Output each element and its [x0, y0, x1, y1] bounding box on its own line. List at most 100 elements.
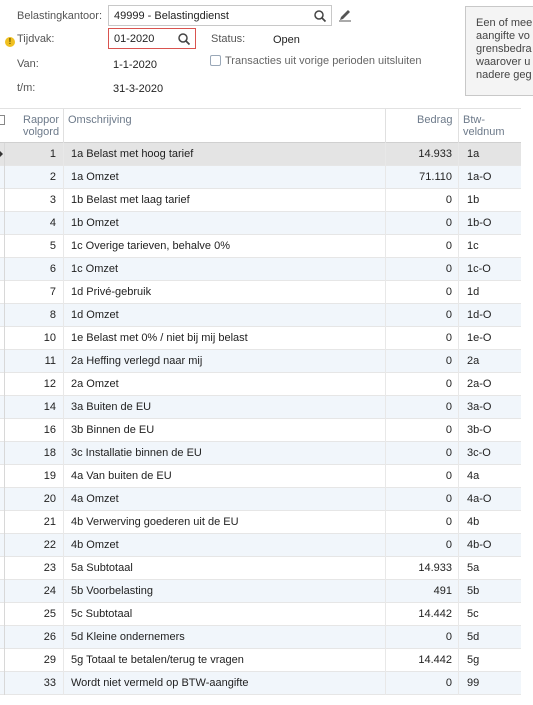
table-row[interactable]: 20 4a Omzet 0 4a-O — [0, 488, 521, 511]
row-number: 10 — [43, 332, 56, 344]
row-number: 26 — [43, 631, 56, 643]
table-row[interactable]: 8 1d Omzet 0 1d-O — [0, 304, 521, 327]
row-description: 4a Van buiten de EU — [71, 470, 172, 482]
belastingkantoor-value: 49999 - Belastingdienst — [114, 10, 229, 22]
table-row[interactable]: 23 5a Subtotaal 14.933 5a — [0, 557, 521, 580]
table-row[interactable]: 1 1a Belast met hoog tarief 14.933 1a — [0, 143, 521, 166]
table-row[interactable]: 14 3a Buiten de EU 0 3a-O — [0, 396, 521, 419]
row-indicator[interactable] — [0, 626, 5, 649]
column-divider — [63, 143, 64, 695]
row-indicator[interactable] — [0, 212, 5, 235]
row-indicator[interactable] — [0, 419, 5, 442]
table-row[interactable]: 16 3b Binnen de EU 0 3b-O — [0, 419, 521, 442]
table-row[interactable]: 18 3c Installatie binnen de EU 0 3c-O — [0, 442, 521, 465]
edit-icon[interactable] — [338, 8, 352, 22]
row-indicator[interactable] — [0, 557, 5, 580]
row-indicator[interactable] — [0, 304, 5, 327]
row-number: 18 — [43, 447, 56, 459]
table-row[interactable]: 22 4b Omzet 0 4b-O — [0, 534, 521, 557]
row-indicator[interactable] — [0, 189, 5, 212]
belastingkantoor-label: Belastingkantoor: — [17, 10, 102, 22]
tm-value: 31-3-2020 — [113, 83, 164, 95]
header-amount[interactable]: Bedrag — [417, 114, 452, 126]
row-amount: 14.442 — [418, 654, 452, 666]
row-number: 33 — [43, 677, 56, 689]
row-description: 4a Omzet — [71, 493, 119, 505]
table-row[interactable]: 3 1b Belast met laag tarief 0 1b — [0, 189, 521, 212]
header-description[interactable]: Omschrijving — [68, 114, 132, 126]
header-num-line2[interactable]: volgord — [23, 126, 59, 138]
row-amount: 0 — [445, 286, 452, 298]
table-row[interactable]: 19 4a Van buiten de EU 0 4a — [0, 465, 521, 488]
exclude-previous-label[interactable]: Transacties uit vorige perioden uitsluit… — [225, 55, 421, 67]
row-code: 3b-O — [467, 424, 492, 436]
row-indicator[interactable] — [0, 327, 5, 350]
row-pointer-icon — [0, 151, 3, 157]
row-description: 4b Verwerving goederen uit de EU — [71, 516, 239, 528]
table-row[interactable]: 24 5b Voorbelasting 491 5b — [0, 580, 521, 603]
tijdvak-field[interactable]: 01-2020 — [108, 28, 196, 49]
row-description: 3a Buiten de EU — [71, 401, 152, 413]
row-description: 1d Privé-gebruik — [71, 286, 152, 298]
row-description: 1b Omzet — [71, 217, 119, 229]
row-description: 2a Omzet — [71, 378, 119, 390]
row-number: 19 — [43, 470, 56, 482]
row-code: 3a-O — [467, 401, 492, 413]
row-indicator[interactable] — [0, 258, 5, 281]
row-number: 23 — [43, 562, 56, 574]
row-indicator[interactable] — [0, 166, 5, 189]
row-amount: 0 — [445, 263, 452, 275]
row-indicator[interactable] — [0, 373, 5, 396]
row-description: Wordt niet vermeld op BTW-aangifte — [71, 677, 249, 689]
table-row[interactable]: 11 2a Heffing verlegd naar mij 0 2a — [0, 350, 521, 373]
search-icon[interactable] — [177, 32, 191, 46]
table-row[interactable]: 21 4b Verwerving goederen uit de EU 0 4b — [0, 511, 521, 534]
row-indicator[interactable] — [0, 672, 5, 695]
row-indicator[interactable] — [0, 534, 5, 557]
header-code-line2[interactable]: veldnum — [463, 126, 505, 138]
row-indicator[interactable] — [0, 442, 5, 465]
row-amount: 0 — [445, 240, 452, 252]
header-code-line1[interactable]: Btw- — [463, 114, 485, 126]
row-indicator[interactable] — [0, 281, 5, 304]
van-label: Van: — [17, 58, 39, 70]
table-row[interactable]: 33 Wordt niet vermeld op BTW-aangifte 0 99 — [0, 672, 521, 695]
table-row[interactable]: 25 5c Subtotaal 14.442 5c — [0, 603, 521, 626]
row-number: 5 — [49, 240, 56, 252]
table-row[interactable]: 10 1e Belast met 0% / niet bij mij belast… — [0, 327, 521, 350]
table-row[interactable]: 29 5g Totaal te betalen/terug te vragen 14… — [0, 649, 521, 672]
row-indicator[interactable] — [0, 143, 5, 166]
row-indicator[interactable] — [0, 396, 5, 419]
belastingkantoor-field[interactable]: 49999 - Belastingdienst — [108, 5, 332, 26]
row-indicator[interactable] — [0, 580, 5, 603]
info-line: waarover u — [476, 56, 531, 68]
exclude-previous-checkbox[interactable] — [210, 55, 221, 66]
table-row[interactable]: 5 1c Overige tarieven, behalve 0% 0 1c — [0, 235, 521, 258]
info-line: aangifte vo — [476, 30, 530, 42]
row-indicator[interactable] — [0, 603, 5, 626]
tijdvak-label: Tijdvak: — [17, 33, 55, 45]
grid-header: Rappor volgord Omschrijving Bedrag Btw- … — [0, 108, 521, 144]
table-row[interactable]: 12 2a Omzet 0 2a-O — [0, 373, 521, 396]
table-row[interactable]: 2 1a Omzet 71.110 1a-O — [0, 166, 521, 189]
row-code: 5c — [467, 608, 479, 620]
row-description: 5d Kleine ondernemers — [71, 631, 185, 643]
row-indicator[interactable] — [0, 488, 5, 511]
column-chooser-icon[interactable] — [0, 115, 5, 125]
info-line: nadere geg — [476, 69, 532, 81]
table-row[interactable]: 7 1d Privé-gebruik 0 1d — [0, 281, 521, 304]
table-row[interactable]: 4 1b Omzet 0 1b-O — [0, 212, 521, 235]
tm-label: t/m: — [17, 82, 36, 94]
row-indicator[interactable] — [0, 649, 5, 672]
table-row[interactable]: 26 5d Kleine ondernemers 0 5d — [0, 626, 521, 649]
table-row[interactable]: 6 1c Omzet 0 1c-O — [0, 258, 521, 281]
header-num-line1[interactable]: Rappor — [23, 114, 59, 126]
row-number: 2 — [49, 171, 56, 183]
row-amount: 0 — [445, 470, 452, 482]
row-indicator[interactable] — [0, 465, 5, 488]
row-indicator[interactable] — [0, 235, 5, 258]
van-value: 1-1-2020 — [113, 59, 158, 71]
search-icon[interactable] — [313, 9, 327, 23]
row-indicator[interactable] — [0, 350, 5, 373]
row-indicator[interactable] — [0, 511, 5, 534]
